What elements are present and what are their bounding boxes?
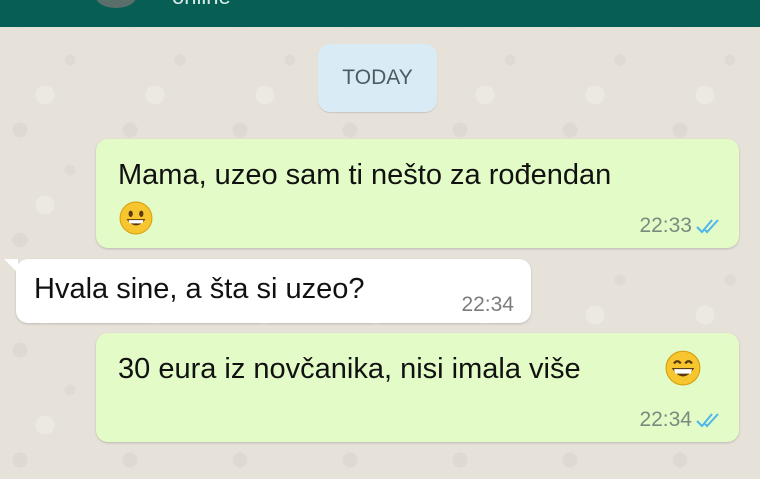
message-meta: 22:34	[461, 293, 514, 317]
date-separator: TODAY	[318, 44, 437, 112]
message-time: 22:34	[461, 293, 514, 316]
message-time: 22:33	[639, 214, 692, 237]
double-check-read-icon	[696, 219, 719, 234]
contact-status: online	[172, 0, 231, 8]
message-bubble-outgoing[interactable]: Mama, uzeo sam ti nešto za rođendan 22:3…	[96, 139, 739, 248]
bubble-tail	[4, 259, 18, 273]
contact-avatar[interactable]	[96, 0, 136, 8]
message-text: Mama, uzeo sam ti nešto za rođendan	[118, 159, 612, 191]
message-time: 22:34	[639, 408, 692, 431]
message-bubble-outgoing[interactable]: 30 eura iz novčanika, nisi imala više 22…	[96, 333, 739, 442]
message-meta: 22:34	[639, 408, 721, 432]
double-check-read-icon	[696, 413, 719, 428]
chat-header: online	[0, 0, 760, 27]
message-text: Hvala sine, a šta si uzeo?	[34, 273, 365, 305]
message-text: 30 eura iz novčanika, nisi imala više	[118, 353, 581, 385]
message-meta: 22:33	[639, 214, 721, 238]
grinning-face-with-big-eyes-emoji-icon	[665, 350, 701, 386]
grinning-face-emoji-icon	[119, 201, 153, 235]
message-bubble-incoming[interactable]: Hvala sine, a šta si uzeo? 22:34	[4, 259, 531, 323]
